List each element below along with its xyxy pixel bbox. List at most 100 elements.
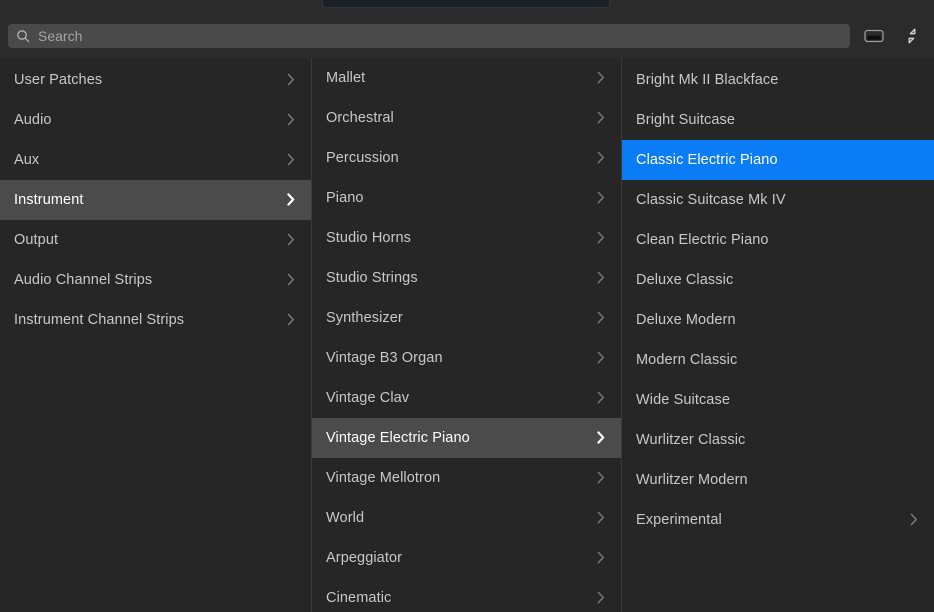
list-item[interactable]: Piano	[312, 178, 621, 218]
search-icon	[16, 29, 30, 43]
collapse-view-button[interactable]	[898, 22, 926, 50]
list-item[interactable]: Deluxe Classic	[622, 260, 934, 300]
list-item-label: Cinematic	[326, 590, 392, 606]
search-toolbar	[0, 14, 934, 58]
list-item-label: Studio Strings	[326, 270, 418, 286]
list-item[interactable]: Bright Suitcase	[622, 100, 934, 140]
list-item[interactable]: Vintage Mellotron	[312, 458, 621, 498]
chevron-right-icon	[287, 73, 299, 87]
list-item-label: Wide Suitcase	[636, 392, 730, 408]
list-item[interactable]: Synthesizer	[312, 298, 621, 338]
list-item[interactable]: Wide Suitcase	[622, 380, 934, 420]
list-item-label: Vintage Clav	[326, 390, 410, 406]
list-item-label: Audio	[14, 112, 52, 128]
list-item[interactable]: Aux	[0, 140, 311, 180]
list-item-label: Deluxe Classic	[636, 272, 734, 288]
list-item[interactable]: Mallet	[312, 58, 621, 98]
bottom-pane-icon	[864, 28, 884, 44]
search-input[interactable]	[38, 25, 842, 47]
list-item-label: Bright Mk II Blackface	[636, 72, 779, 88]
partial-control-above	[322, 0, 610, 8]
list-item-label: Instrument Channel Strips	[14, 312, 185, 328]
list-item[interactable]: Wurlitzer Classic	[622, 420, 934, 460]
list-item[interactable]: Audio	[0, 100, 311, 140]
patch-column[interactable]: Bright Mk II Blackface Bright Suitcase Cla…	[622, 58, 934, 612]
list-item-label: Wurlitzer Modern	[636, 472, 748, 488]
list-item-label: Synthesizer	[326, 310, 403, 326]
list-item[interactable]: Arpeggiator	[312, 538, 621, 578]
list-item[interactable]: Percussion	[312, 138, 621, 178]
list-item[interactable]: Modern Classic	[622, 340, 934, 380]
list-item[interactable]: Cinematic	[312, 578, 621, 612]
chevron-right-icon	[597, 391, 609, 405]
list-item[interactable]: Experimental	[622, 500, 934, 540]
list-item[interactable]: Vintage Clav	[312, 378, 621, 418]
list-item-label: Clean Electric Piano	[636, 232, 769, 248]
patch-library-browser: User Patches Audio Aux Instrument Output Audi…	[0, 0, 934, 612]
list-item[interactable]: Vintage B3 Organ	[312, 338, 621, 378]
list-item[interactable]: Bright Mk II Blackface	[622, 60, 934, 100]
search-field[interactable]	[8, 24, 850, 48]
list-item[interactable]: World	[312, 498, 621, 538]
list-item-label: Instrument	[14, 192, 84, 208]
subcategory-column-list: Mallet Orchestral Percussion Piano Studio Ho…	[312, 58, 621, 612]
chevron-right-icon	[597, 71, 609, 85]
list-item[interactable]: Classic Suitcase Mk IV	[622, 180, 934, 220]
patch-column-list: Bright Mk II Blackface Bright Suitcase Cla…	[622, 58, 934, 540]
chevron-right-icon	[597, 311, 609, 325]
list-item[interactable]: Vintage Electric Piano	[312, 418, 621, 458]
list-item[interactable]: Classic Electric Piano	[622, 140, 934, 180]
list-item-label: Experimental	[636, 512, 722, 528]
top-edge-strip	[0, 0, 934, 14]
list-item-label: Bright Suitcase	[636, 112, 736, 128]
list-item[interactable]: Wurlitzer Modern	[622, 460, 934, 500]
list-item[interactable]: Studio Horns	[312, 218, 621, 258]
list-item-label: Arpeggiator	[326, 550, 403, 566]
category-column[interactable]: User Patches Audio Aux Instrument Output Audi…	[0, 58, 311, 612]
list-item-label: Mallet	[326, 70, 366, 86]
show-hide-bottom-pane-button[interactable]	[860, 22, 888, 50]
list-item-label: Classic Electric Piano	[636, 152, 778, 168]
list-item-label: Wurlitzer Classic	[636, 432, 746, 448]
list-item[interactable]: Output	[0, 220, 311, 260]
chevron-right-icon	[287, 153, 299, 167]
list-item-label: World	[326, 510, 365, 526]
list-item[interactable]: Instrument Channel Strips	[0, 300, 311, 340]
chevron-right-icon	[597, 591, 609, 605]
list-item[interactable]: User Patches	[0, 60, 311, 100]
chevron-right-icon	[597, 271, 609, 285]
list-item[interactable]: Studio Strings	[312, 258, 621, 298]
list-item[interactable]: Audio Channel Strips	[0, 260, 311, 300]
collapse-arrows-icon	[902, 26, 922, 46]
list-item-label: User Patches	[14, 72, 103, 88]
list-item[interactable]: Orchestral	[312, 98, 621, 138]
chevron-right-icon	[287, 193, 299, 207]
list-item-label: Audio Channel Strips	[14, 272, 153, 288]
list-item-label: Output	[14, 232, 59, 248]
chevron-right-icon	[597, 351, 609, 365]
list-item-label: Classic Suitcase Mk IV	[636, 192, 786, 208]
chevron-right-icon	[597, 231, 609, 245]
chevron-right-icon	[287, 233, 299, 247]
chevron-right-icon	[597, 111, 609, 125]
instrument-subcategory-column[interactable]: Mallet Orchestral Percussion Piano Studio Ho…	[312, 58, 621, 612]
list-item-label: Studio Horns	[326, 230, 412, 246]
chevron-right-icon	[597, 431, 609, 445]
chevron-right-icon	[597, 191, 609, 205]
list-item-label: Aux	[14, 152, 40, 168]
list-item-label: Vintage Electric Piano	[326, 430, 470, 446]
chevron-right-icon	[287, 313, 299, 327]
browser-columns: User Patches Audio Aux Instrument Output Audi…	[0, 58, 934, 612]
list-item[interactable]: Instrument	[0, 180, 311, 220]
category-column-list: User Patches Audio Aux Instrument Output Audi…	[0, 58, 311, 340]
list-item-label: Vintage B3 Organ	[326, 350, 443, 366]
chevron-right-icon	[910, 513, 922, 527]
chevron-right-icon	[287, 273, 299, 287]
list-item[interactable]: Clean Electric Piano	[622, 220, 934, 260]
list-item-label: Vintage Mellotron	[326, 470, 441, 486]
list-item-label: Orchestral	[326, 110, 394, 126]
list-item[interactable]: Deluxe Modern	[622, 300, 934, 340]
chevron-right-icon	[287, 113, 299, 127]
list-item-label: Piano	[326, 190, 364, 206]
chevron-right-icon	[597, 511, 609, 525]
